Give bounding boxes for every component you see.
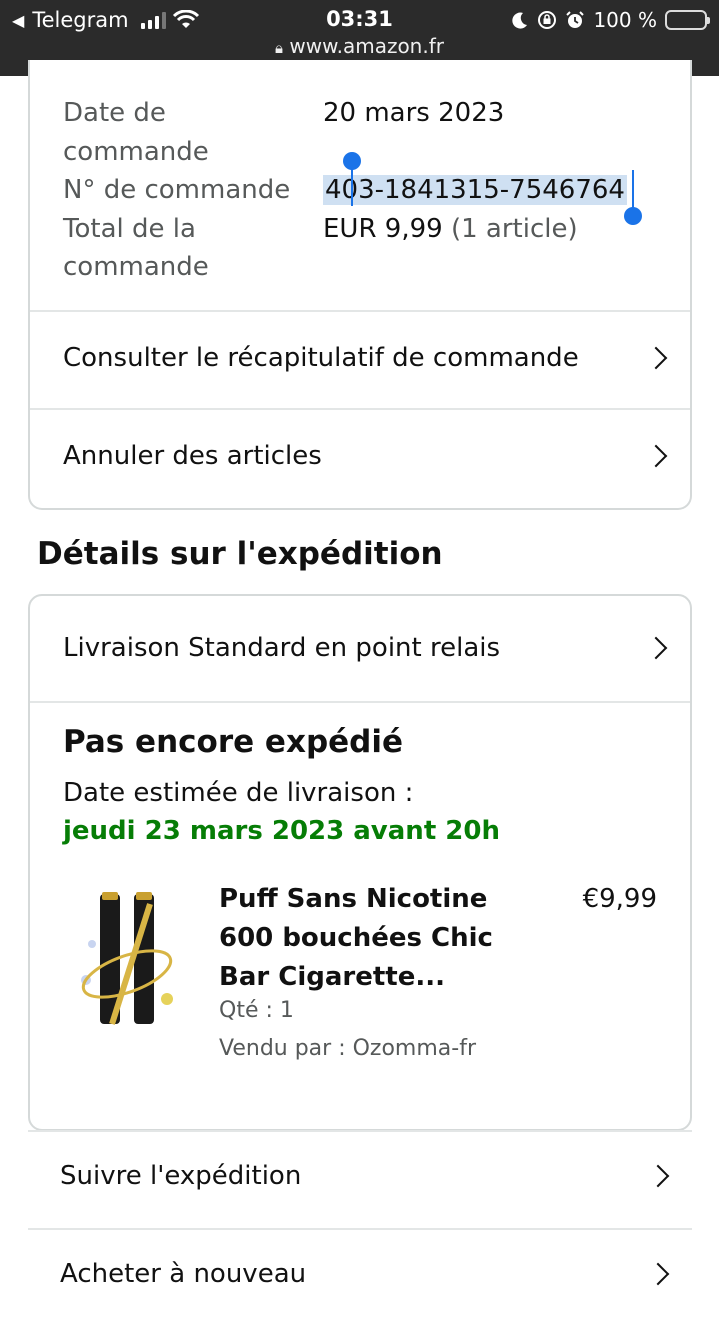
chevron-right-icon [644,636,668,660]
url-bar[interactable]: 🔒︎ www.amazon.fr [0,33,719,61]
order-date-label: Date de commande [63,98,209,167]
track-shipment-label: Suivre l'expédition [60,1161,302,1191]
order-number-value[interactable]: 403-1841315-7546764 [323,175,627,205]
order-total-value: EUR 9,99 (1 article) [323,210,578,287]
product-seller: Vendu par : Ozomma-fr [219,1036,477,1061]
cancel-items-link[interactable]: Annuler des articles [30,408,690,504]
selection-handle-end-line [632,170,634,208]
track-shipment-link[interactable]: Suivre l'expédition [28,1128,692,1224]
divider [30,701,690,703]
order-summary-card: Date de commande 20 mars 2023 N° de comm… [28,60,692,510]
order-summary: Date de commande 20 mars 2023 N° de comm… [63,94,663,287]
chevron-right-icon [644,346,668,370]
status-right: 100 % [511,6,710,34]
buy-again-label: Acheter à nouveau [60,1259,307,1289]
chevron-right-icon [646,1262,670,1286]
buy-again-link[interactable]: Acheter à nouveau [28,1226,692,1322]
moon-icon [512,12,528,29]
order-number-row: N° de commande 403-1841315-7546764 [63,171,663,210]
product-quantity: Qté : 1 [219,998,294,1023]
url-text[interactable]: www.amazon.fr [289,34,444,58]
delivery-method-link[interactable]: Livraison Standard en point relais [30,600,690,696]
cancel-items-label: Annuler des articles [63,441,322,471]
shipping-card: Livraison Standard en point relais Pas e… [28,594,692,1131]
order-total-label: Total de la commande [63,213,209,283]
shipment-status: Pas encore expédié [63,724,404,760]
selection-handle-end[interactable] [624,207,642,225]
selection-handle-start[interactable] [343,152,361,170]
lock-icon: 🔒︎ [275,39,283,57]
chevron-right-icon [644,444,668,468]
order-number-wrap: 403-1841315-7546764 [323,171,627,210]
alarm-icon [566,11,585,28]
order-recap-label: Consulter le récapitulatif de commande [63,343,579,373]
selection-handle-start-line [351,168,353,206]
delivery-method-label: Livraison Standard en point relais [63,633,501,663]
delivery-estimate-label: Date estimée de livraison : [63,778,414,808]
order-total-items: (1 article) [450,213,578,244]
order-total-row: Total de la commande EUR 9,99 (1 article… [63,210,663,287]
shipping-section-title: Détails sur l'expédition [37,536,443,572]
chevron-right-icon [646,1164,670,1188]
order-date-row: Date de commande 20 mars 2023 [63,94,663,171]
battery-icon [665,10,710,30]
order-total-amount: EUR 9,99 [323,213,443,244]
product-image[interactable] [72,884,182,1034]
product-price: €9,99 [582,884,657,914]
rotation-lock-icon [538,11,557,29]
order-number-label: N° de commande [63,175,291,205]
order-recap-link[interactable]: Consulter le récapitulatif de commande [30,310,690,406]
product-title-link[interactable]: Puff Sans Nicotine 600 bouchées Chic Bar… [219,880,509,997]
battery-percent: 100 % [593,8,657,32]
delivery-estimate-date: jeudi 23 mars 2023 avant 20h [63,816,500,846]
